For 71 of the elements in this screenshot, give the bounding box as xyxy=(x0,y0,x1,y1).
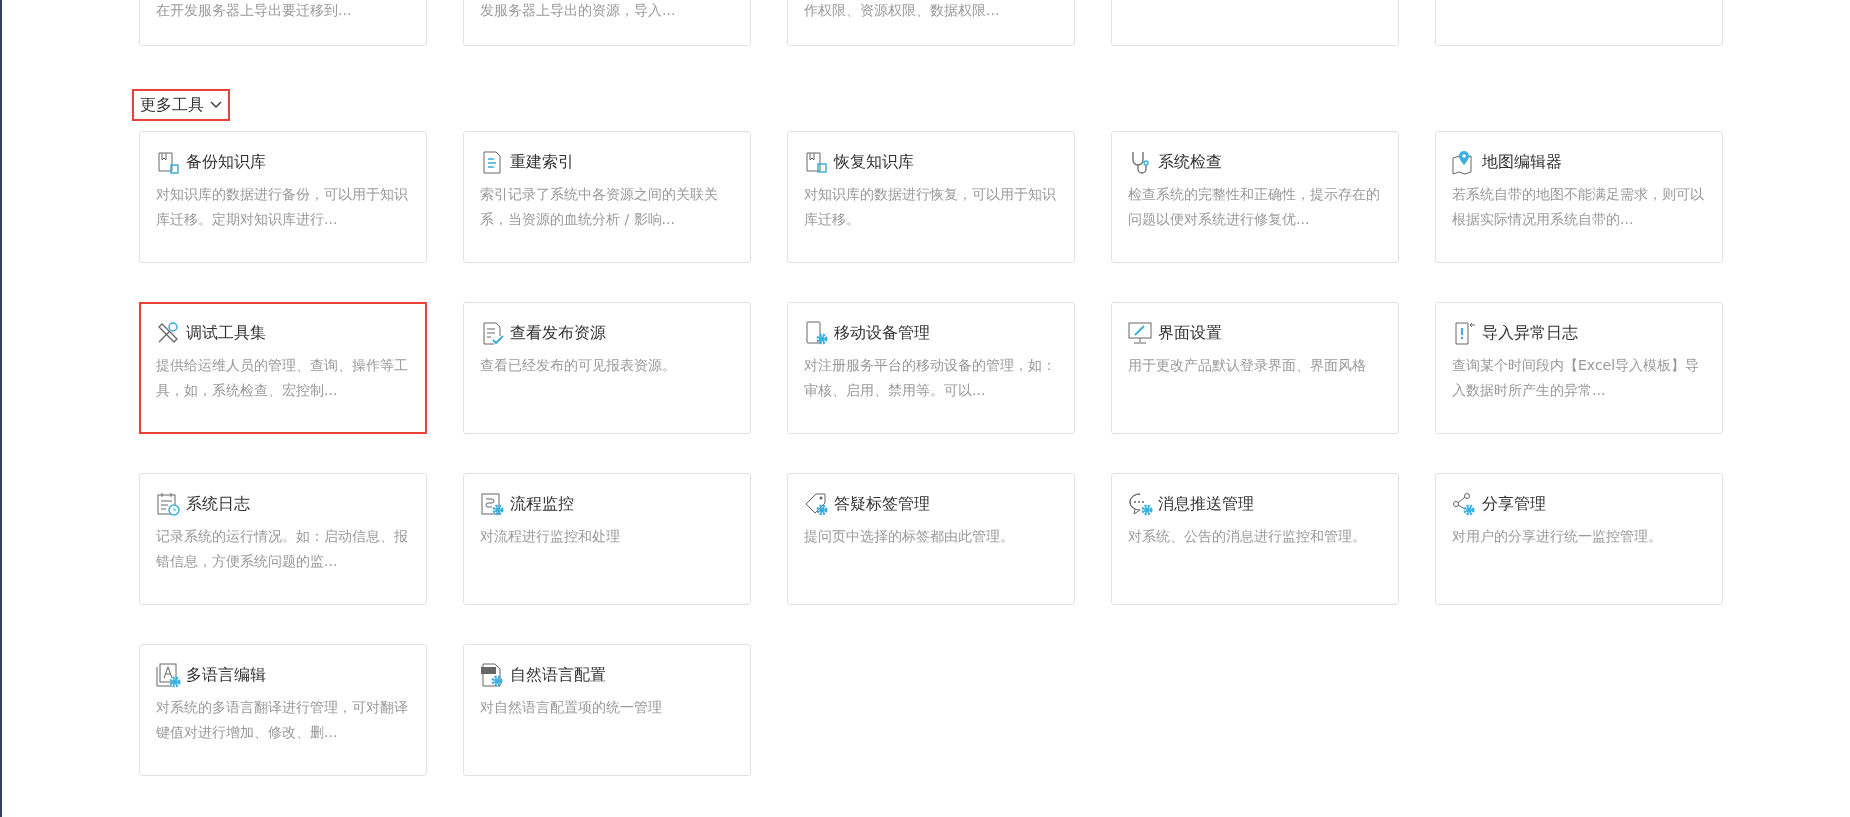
log-alert-icon xyxy=(1452,321,1476,345)
card-description: 对流程进行监控和处理 xyxy=(480,527,621,546)
document-check-icon xyxy=(480,321,504,345)
file-gear-icon xyxy=(480,663,504,687)
card-title: 恢复知识库 xyxy=(834,151,914,173)
share-gear-icon xyxy=(1452,492,1476,516)
card-description: 对知识库的数据进行备份，可以用于知识库迁移。定期对知识库进行... xyxy=(156,185,409,229)
tool-card[interactable]: 导入异常日志 查询某个时间段内【Excel导入模板】导入数据时所产生的异常... xyxy=(1435,302,1723,434)
card-title: 答疑标签管理 xyxy=(834,493,930,515)
card-title: 流程监控 xyxy=(510,493,574,515)
card-description: 对用户的分享进行统一监控管理。 xyxy=(1452,527,1663,546)
card-title: 界面设置 xyxy=(1158,322,1222,344)
tool-card[interactable]: 流程监控 对流程进行监控和处理 xyxy=(463,473,751,605)
card-title: 重建索引 xyxy=(510,151,574,173)
chevron-down-icon xyxy=(210,101,222,109)
tool-card[interactable]: 重建索引 索引记录了系统中各资源之间的关联关系，当资源的血统分析 / 影响... xyxy=(463,131,751,263)
tool-card[interactable]: 恢复知识库 对知识库的数据进行恢复，可以用于知识库迁移。 xyxy=(787,131,1075,263)
document-icon xyxy=(480,150,504,174)
tool-card[interactable]: 自然语言配置 对自然语言配置项的统一管理 xyxy=(463,644,751,776)
book-icon xyxy=(804,150,828,174)
card-description: 提问页中选择的标签都由此管理。 xyxy=(804,527,1015,546)
tool-card[interactable]: 界面设置 用于更改产品默认登录界面、界面风格 xyxy=(1111,302,1399,434)
card-description: 索引记录了系统中各资源之间的关联关系，当资源的血统分析 / 影响... xyxy=(480,185,719,229)
section-toggle[interactable]: 更多工具 xyxy=(132,89,230,121)
card-title: 调试工具集 xyxy=(186,322,266,344)
tool-card[interactable]: 系统检查 检查系统的完整性和正确性，提示存在的问题以便对系统进行修复优... xyxy=(1111,131,1399,263)
tools-icon xyxy=(156,321,180,345)
tool-card[interactable]: 地图编辑器 若系统自带的地图不能满足需求，则可以根据实际情况用系统自带的... xyxy=(1435,131,1723,263)
calendar-clock-icon xyxy=(156,492,180,516)
card-title: 分享管理 xyxy=(1482,493,1546,515)
tool-card[interactable]: 分享管理 对用户的分享进行统一监控管理。 xyxy=(1435,473,1723,605)
tool-card[interactable]: 调试工具集 提供给运维人员的管理、查询、操作等工具，如，系统检查、宏控制... xyxy=(139,302,427,434)
tool-card[interactable]: 系统日志 记录系统的运行情况。如：启动信息、报错信息，方便系统问题的监... xyxy=(139,473,427,605)
tool-card[interactable]: 消息推送管理 对系统、公告的消息进行监控和管理。 xyxy=(1111,473,1399,605)
flow-gear-icon xyxy=(480,492,504,516)
tool-card[interactable]: 备份知识库 对知识库的数据进行备份，可以用于知识库迁移。定期对知识库进行... xyxy=(139,131,427,263)
card-description: 发服务器上导出的资源，导入... xyxy=(480,1,677,20)
card-description: 查看已经发布的可见报表资源。 xyxy=(480,356,677,375)
card-title: 查看发布资源 xyxy=(510,322,606,344)
card-title: 消息推送管理 xyxy=(1158,493,1254,515)
card-description: 若系统自带的地图不能满足需求，则可以根据实际情况用系统自带的... xyxy=(1452,185,1705,229)
card-description: 作权限、资源权限、数据权限... xyxy=(804,1,1001,20)
card-description: 记录系统的运行情况。如：启动信息、报错信息，方便系统问题的监... xyxy=(156,527,409,571)
language-gear-icon xyxy=(156,663,180,687)
chat-gear-icon xyxy=(1128,492,1152,516)
card-description: 对知识库的数据进行恢复，可以用于知识库迁移。 xyxy=(804,185,1057,229)
tool-card[interactable]: 答疑标签管理 提问页中选择的标签都由此管理。 xyxy=(787,473,1075,605)
card-title: 地图编辑器 xyxy=(1482,151,1562,173)
card-description: 在开发服务器上导出要迁移到... xyxy=(156,1,353,20)
tag-gear-icon xyxy=(804,492,828,516)
phone-gear-icon xyxy=(804,321,828,345)
card-title: 系统检查 xyxy=(1158,151,1222,173)
card-description: 对注册服务平台的移动设备的管理，如：审核、启用、禁用等。可以... xyxy=(804,356,1057,400)
card-title: 多语言编辑 xyxy=(186,664,266,686)
card-title: 系统日志 xyxy=(186,493,250,515)
card-title: 自然语言配置 xyxy=(510,664,606,686)
card-description: 提供给运维人员的管理、查询、操作等工具，如，系统检查、宏控制... xyxy=(156,356,409,400)
card-description: 用于更改产品默认登录界面、界面风格 xyxy=(1128,356,1367,375)
card-description: 对自然语言配置项的统一管理 xyxy=(480,698,663,717)
monitor-icon xyxy=(1128,321,1152,345)
card-description: 检查系统的完整性和正确性，提示存在的问题以便对系统进行修复优... xyxy=(1128,185,1381,229)
tool-card[interactable]: 移动设备管理 对注册服务平台的移动设备的管理，如：审核、启用、禁用等。可以... xyxy=(787,302,1075,434)
card-title: 导入异常日志 xyxy=(1482,322,1578,344)
card-title: 备份知识库 xyxy=(186,151,266,173)
card-description: 查询某个时间段内【Excel导入模板】导入数据时所产生的异常... xyxy=(1452,356,1701,400)
card-description: 对系统的多语言翻译进行管理，可对翻译键值对进行增加、修改、删... xyxy=(156,698,409,742)
card-title: 移动设备管理 xyxy=(834,322,930,344)
tool-card[interactable]: 查看发布资源 查看已经发布的可见报表资源。 xyxy=(463,302,751,434)
tool-card[interactable]: 多语言编辑 对系统的多语言翻译进行管理，可对翻译键值对进行增加、修改、删... xyxy=(139,644,427,776)
card-description: 对系统、公告的消息进行监控和管理。 xyxy=(1128,527,1367,546)
book-icon xyxy=(156,150,180,174)
